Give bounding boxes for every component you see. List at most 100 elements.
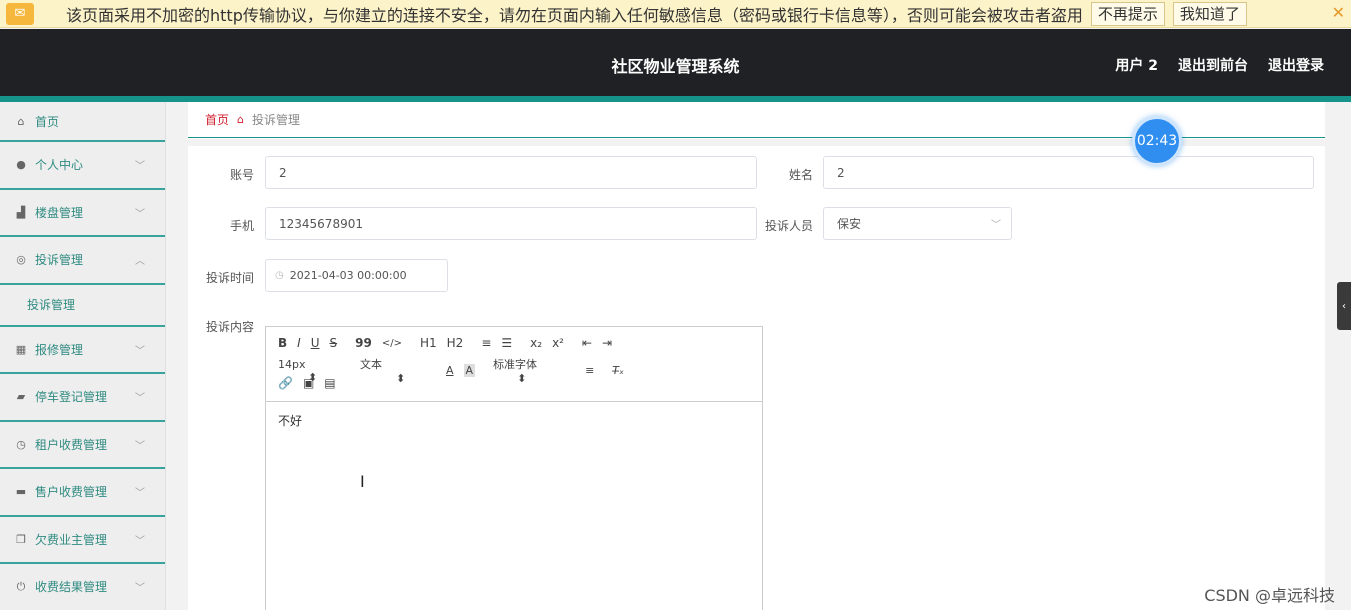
time-picker[interactable]: ◷ 2021-04-03 00:00:00 <box>265 259 448 292</box>
align-icon[interactable]: ≡ <box>585 364 594 377</box>
outdent-button[interactable]: ⇤ <box>582 336 592 350</box>
chevron-down-icon: ﹀ <box>135 440 145 452</box>
staff-value: 保安 <box>837 217 862 231</box>
main-content: 首页 ⌂ 投诉管理 账号 2 姓名 2 手机 12345678901 投诉人员 … <box>188 102 1325 610</box>
sidebar-item-buildings[interactable]: ▟ 楼盘管理 ﹀ <box>0 190 165 237</box>
chevron-up-icon: ︿ <box>135 256 145 268</box>
chevron-left-icon[interactable]: ‹ <box>1337 282 1351 330</box>
sidebar-item-label: 个人中心 <box>35 158 84 173</box>
sidebar-item-owner-fees[interactable]: ▬ 售户收费管理 ﹀ <box>0 469 165 517</box>
name-label: 姓名 <box>788 168 813 182</box>
text-style-value: 文本 <box>360 358 382 371</box>
chevron-down-icon: ﹀ <box>135 583 145 595</box>
printer-icon: ▬ <box>15 485 27 499</box>
account-field[interactable]: 2 <box>265 156 757 189</box>
editor-text: 不好 <box>278 414 303 428</box>
back-to-front-link[interactable]: 退出到前台 <box>1178 55 1248 75</box>
quote-button[interactable]: 99 <box>355 336 372 350</box>
chevron-down-icon: ﹀ <box>135 488 145 500</box>
chevron-down-icon: ﹀ <box>135 393 145 405</box>
sidebar-item-label: 报修管理 <box>35 342 84 357</box>
breadcrumb-home[interactable]: 首页 <box>205 111 229 128</box>
warning-icon: ✉ <box>6 2 34 25</box>
video-icon[interactable]: ▤ <box>324 376 335 390</box>
underline-button[interactable]: U <box>311 336 320 350</box>
font-family-select[interactable]: 标准字体 ⬍ <box>493 356 575 385</box>
parking-icon: ▰ <box>16 390 26 404</box>
sidebar-item-home[interactable]: ⌂ 首页 <box>0 102 165 142</box>
text-cursor-icon: I <box>360 472 365 491</box>
copy-icon: ❐ <box>16 532 26 546</box>
breadcrumb-current: 投诉管理 <box>252 113 301 127</box>
user-icon: ● <box>16 158 26 172</box>
clear-format-icon[interactable]: T̶ₓ <box>612 364 624 377</box>
account-value: 2 <box>279 165 287 180</box>
sidebar-item-repairs[interactable]: ▦ 报修管理 ﹀ <box>0 327 165 374</box>
h1-button[interactable]: H1 <box>420 336 437 350</box>
staff-select[interactable]: 保安 ﹀ <box>823 207 1012 240</box>
sidebar-item-label: 欠费业主管理 <box>35 532 108 547</box>
name-field[interactable]: 2 <box>823 156 1314 189</box>
sidebar-item-parking[interactable]: ▰ 停车登记管理 ﹀ <box>0 374 165 422</box>
time-value: 2021-04-03 00:00:00 <box>289 269 407 282</box>
content-label: 投诉内容 <box>205 320 254 334</box>
clock-icon: ◷ <box>275 270 284 281</box>
sidebar-item-label: 首页 <box>35 114 60 129</box>
floating-timer[interactable]: 02:43 <box>1132 116 1182 166</box>
bold-button[interactable]: B <box>278 336 287 350</box>
font-color-icon[interactable]: A <box>446 364 454 377</box>
editor-toolbar: B I U S 99 </> H1 H2 ≡ ☰ x₂ x² ⇤ ⇥ 14px … <box>266 327 762 402</box>
chevron-down-icon: ﹀ <box>135 161 145 173</box>
name-value: 2 <box>837 165 845 180</box>
complaint-icon: ◎ <box>16 253 26 267</box>
grid-icon: ▦ <box>15 342 27 356</box>
bullet-list-button[interactable]: ☰ <box>501 336 512 350</box>
user-name: 用户 2 <box>1115 58 1158 74</box>
chevron-down-icon: ﹀ <box>135 535 145 547</box>
security-warning-bar: ✉ 该页面采用不加密的http传输协议，与你建立的连接不安全，请勿在页面内输入任… <box>0 0 1351 28</box>
font-size-value: 14px <box>278 357 306 371</box>
chevron-down-icon: ﹀ <box>135 208 145 220</box>
staff-label: 投诉人员 <box>764 219 813 233</box>
sidebar-item-label: 租户收费管理 <box>35 437 108 452</box>
phone-value: 12345678901 <box>279 216 363 231</box>
account-label: 账号 <box>229 168 254 182</box>
sidebar-item-label: 停车登记管理 <box>35 390 108 405</box>
close-icon[interactable]: ✕ <box>1332 3 1345 22</box>
sidebar: ⌂ 首页 ● 个人中心 ﹀ ▟ 楼盘管理 ﹀ ◎ 投诉管理 ︿ 投诉管理 ▦ 报… <box>0 102 166 610</box>
subscript-button[interactable]: x₂ <box>530 336 542 350</box>
sidebar-item-profile[interactable]: ● 个人中心 ﹀ <box>0 142 165 190</box>
superscript-button[interactable]: x² <box>552 336 564 350</box>
indent-button[interactable]: ⇥ <box>602 336 612 350</box>
chevron-down-icon: ﹀ <box>991 220 1001 231</box>
link-icon[interactable]: 🔗 <box>278 376 293 390</box>
acknowledge-button[interactable]: 我知道了 <box>1172 1 1247 26</box>
italic-button[interactable]: I <box>297 336 301 350</box>
sidebar-item-fee-results[interactable]: ⏻ 收费结果管理 ﹀ <box>0 564 165 610</box>
sidebar-item-complaints[interactable]: ◎ 投诉管理 ︿ <box>0 237 165 285</box>
sidebar-item-tenant-fees[interactable]: ◷ 租户收费管理 ﹀ <box>0 422 165 469</box>
ordered-list-button[interactable]: ≡ <box>481 336 491 350</box>
sidebar-subitem-complaints[interactable]: 投诉管理 <box>0 285 165 327</box>
strike-button[interactable]: S <box>330 336 338 350</box>
building-icon: ▟ <box>16 205 26 219</box>
warning-text: 该页面采用不加密的http传输协议，与你建立的连接不安全，请勿在页面内输入任何敏… <box>66 5 1083 25</box>
image-icon[interactable]: ▣ <box>303 376 314 390</box>
h2-button[interactable]: H2 <box>447 336 464 350</box>
time-label: 投诉时间 <box>205 271 254 285</box>
phone-field[interactable]: 12345678901 <box>265 207 757 240</box>
power-icon: ⏻ <box>16 579 26 593</box>
background-color-icon[interactable]: A <box>463 364 476 377</box>
dismiss-forever-button[interactable]: 不再提示 <box>1090 1 1165 26</box>
home-icon: ⌂ <box>17 114 25 128</box>
logout-link[interactable]: 退出登录 <box>1268 55 1324 75</box>
sidebar-item-arrears[interactable]: ❐ 欠费业主管理 ﹀ <box>0 517 165 564</box>
code-button[interactable]: </> <box>382 338 402 349</box>
app-header: 社区物业管理系统 用户 2 退出到前台 退出登录 <box>0 29 1351 96</box>
sidebar-item-label: 收费结果管理 <box>35 580 108 595</box>
phone-label: 手机 <box>229 219 254 233</box>
home-icon: ⌂ <box>237 113 244 126</box>
text-style-select[interactable]: 文本 ⬍ <box>360 356 436 385</box>
sidebar-item-label: 投诉管理 <box>35 253 84 268</box>
editor-body[interactable]: 不好 <box>266 402 762 439</box>
